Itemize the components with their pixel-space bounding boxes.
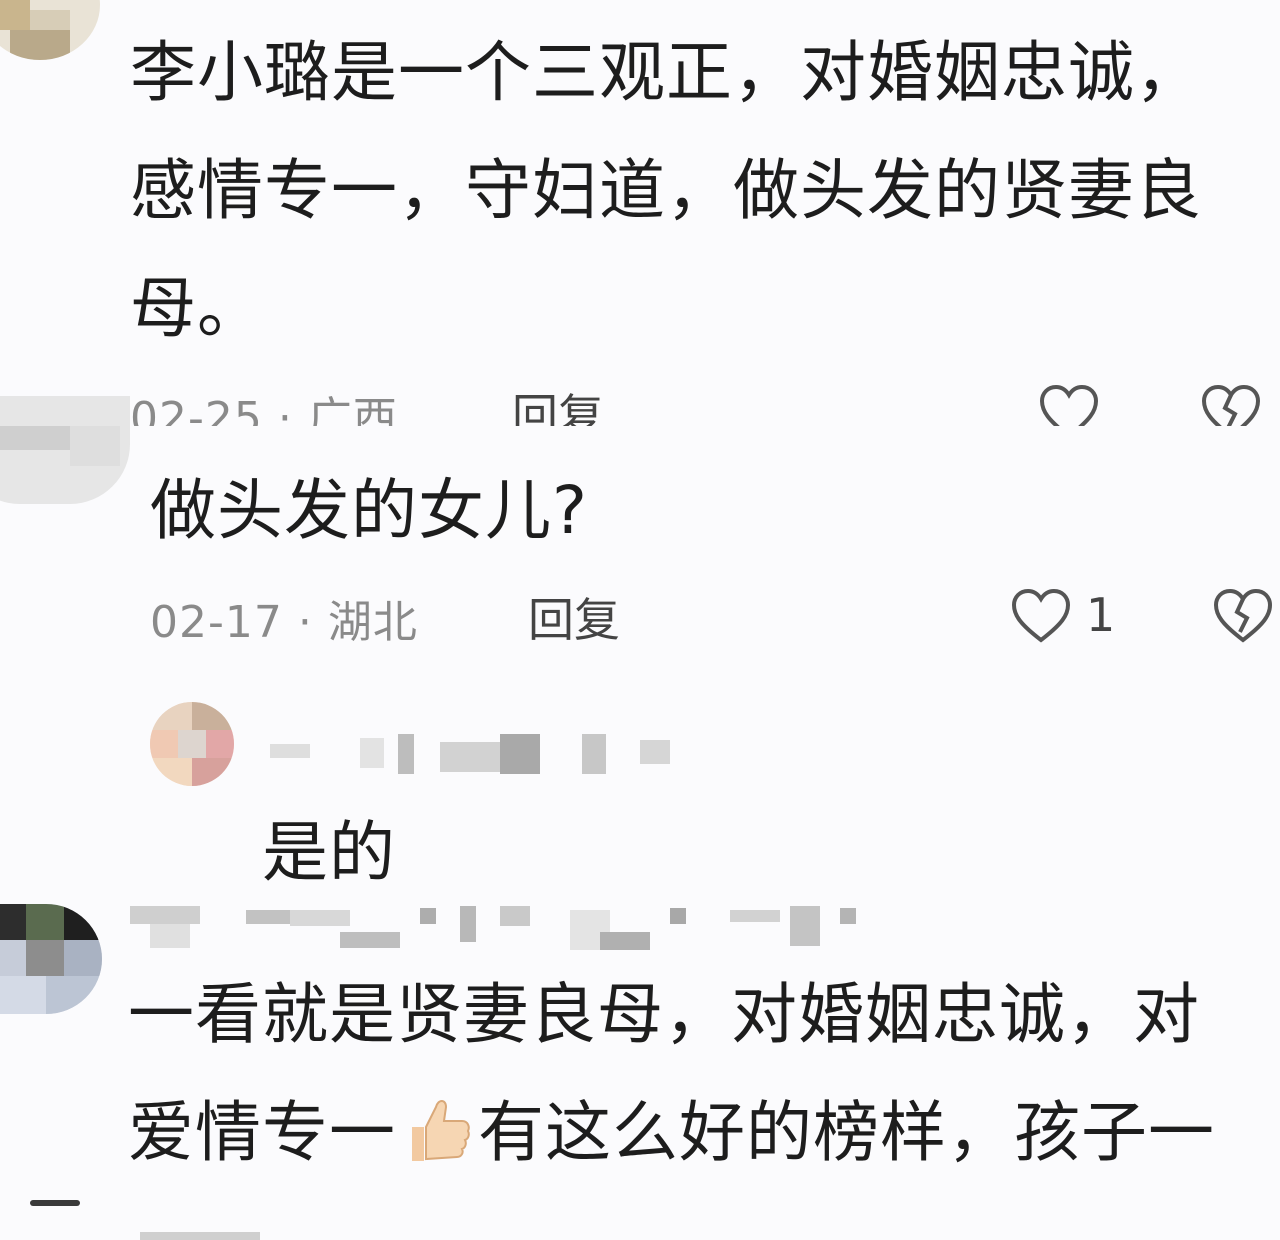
comment-1-meta-row: 02-25 · 广西 回复 xyxy=(130,384,1280,426)
reply-button[interactable]: 回复 xyxy=(528,584,620,650)
heart-outline-icon[interactable] xyxy=(1038,384,1100,426)
comment-4-line: 爱情专一 有这么好的榜样，孩子一 xyxy=(128,1074,1215,1192)
bottom-text-fragment xyxy=(140,1232,260,1240)
thumbs-up-emoji xyxy=(412,1100,470,1161)
comment-date: 02-17 xyxy=(150,597,283,648)
comment-date: 02-25 xyxy=(130,393,263,426)
comment-2-meta: 02-17 · 湖北 xyxy=(150,586,418,650)
broken-heart-icon[interactable] xyxy=(1200,384,1262,426)
comment-1-line: 母。 xyxy=(130,270,264,347)
comment-4-line: 一看就是贤妻良母，对婚姻忠诚，对 xyxy=(128,976,1200,1053)
comment-location: 广西 xyxy=(307,393,398,426)
avatar-top[interactable] xyxy=(0,0,100,60)
comment-location: 湖北 xyxy=(327,597,418,648)
avatar-comment-3[interactable] xyxy=(150,702,234,786)
blurred-username xyxy=(130,906,860,952)
comment-3-text: 是的 xyxy=(262,814,396,891)
avatar-comment-4[interactable] xyxy=(0,904,102,1014)
broken-heart-icon[interactable] xyxy=(1212,588,1274,644)
comment-4-line-part: 有这么好的榜样，孩子一 xyxy=(478,1094,1215,1171)
meta-separator: · xyxy=(277,393,293,426)
bottom-avatar-fragment xyxy=(30,1200,80,1206)
comment-1-meta: 02-25 · 广西 xyxy=(130,384,398,426)
heart-outline-icon[interactable] xyxy=(1010,588,1072,644)
like-count: 1 xyxy=(1086,588,1116,642)
comment-1-line: 感情专一，守妇道，做头发的贤妻良 xyxy=(130,152,1202,229)
avatar-comment-2[interactable] xyxy=(0,396,130,504)
comment-4-line-part: 爱情专一 xyxy=(128,1094,396,1171)
comment-4-text: 一看就是贤妻良母，对婚姻忠诚，对 爱情专一 有这么好的榜样，孩子一 xyxy=(128,956,1215,1192)
comment-1-text: 李小璐是一个三观正，对婚姻忠诚， 感情专一，守妇道，做头发的贤妻良 母。 xyxy=(130,14,1202,368)
comment-1-line: 李小璐是一个三观正，对婚姻忠诚， xyxy=(130,34,1202,111)
blurred-username xyxy=(270,734,690,774)
meta-separator: · xyxy=(297,597,313,648)
reply-button[interactable]: 回复 xyxy=(512,384,604,426)
comment-2-text: 做头发的女儿? xyxy=(150,472,589,549)
